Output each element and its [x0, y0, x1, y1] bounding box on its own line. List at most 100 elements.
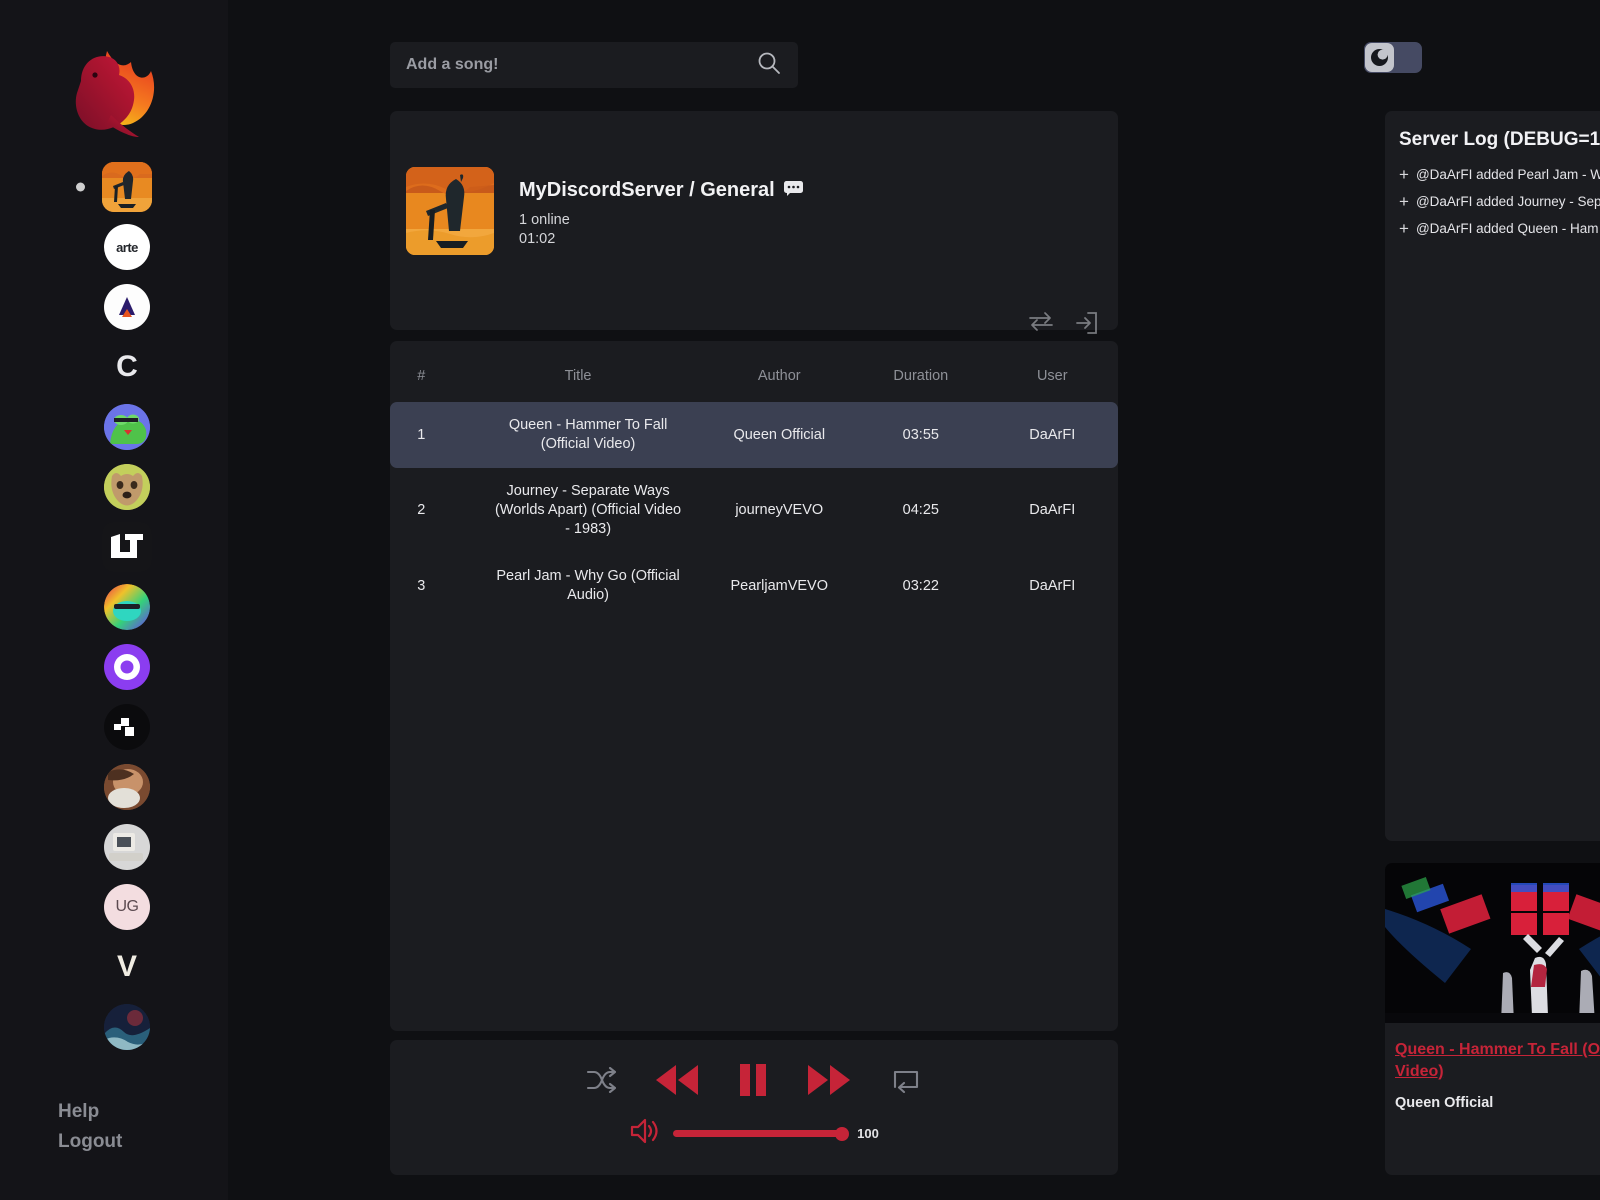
- server-avatar: [104, 284, 150, 330]
- server-avatar: [102, 522, 152, 572]
- now-playing-body: Queen - Hammer To Fall (Official Video) …: [1385, 1023, 1600, 1111]
- search-box[interactable]: [390, 42, 798, 88]
- column-header-index[interactable]: #: [390, 341, 453, 402]
- sign-in-icon[interactable]: [1074, 311, 1098, 340]
- server-label: UG: [115, 898, 140, 915]
- list-item[interactable]: + @DaArFI added Queen - Hammer To F… 13:…: [1399, 215, 1600, 242]
- help-link[interactable]: Help: [58, 1099, 122, 1125]
- row-index: 2: [417, 502, 426, 518]
- search-input[interactable]: [406, 56, 756, 74]
- log-entry-text: @DaArFI added Journey - Separate W…: [1415, 194, 1600, 209]
- server-artwork: [406, 167, 494, 255]
- speaker-icon[interactable]: [629, 1117, 659, 1150]
- queue-table-head: # Title Author Duration User: [390, 341, 1118, 402]
- sidebar-item-purple-ring-server[interactable]: [54, 644, 174, 690]
- sidebar-item-ug-server[interactable]: UG: [54, 884, 174, 930]
- server-head: MyDiscordServer / General 1 online 01:02: [390, 111, 1118, 255]
- repeat-button[interactable]: [890, 1067, 922, 1098]
- server-avatar: [104, 404, 150, 450]
- server-avatar: [104, 704, 150, 750]
- sidebar-item-landscape-server[interactable]: [54, 1004, 174, 1050]
- table-row[interactable]: 2 Journey - Separate Ways (Worlds Apart)…: [390, 468, 1118, 553]
- sidebar-item-arte-server[interactable]: arte: [54, 224, 174, 270]
- list-item[interactable]: + @DaArFI added Pearl Jam - Why Go (… 13…: [1399, 161, 1600, 188]
- sidebar-item-portrait-server[interactable]: [54, 764, 174, 810]
- sidebar-footer: Help Logout: [58, 1099, 122, 1155]
- server-avatar: V: [104, 944, 150, 990]
- volume-value: 100: [857, 1126, 879, 1141]
- server-header-panel: MyDiscordServer / General 1 online 01:02: [390, 111, 1118, 334]
- column-header-title[interactable]: Title: [453, 341, 704, 402]
- row-duration: 03:22: [902, 577, 939, 594]
- server-avatar: [104, 584, 150, 630]
- pause-button[interactable]: [738, 1062, 768, 1103]
- sidebar-item-frog-server[interactable]: [54, 404, 174, 450]
- moon-icon: [1371, 49, 1388, 66]
- logout-link[interactable]: Logout: [58, 1129, 122, 1155]
- volume-slider-knob[interactable]: [835, 1126, 850, 1141]
- now-playing-author: Queen Official: [1395, 1095, 1494, 1111]
- sidebar-item-v-letter-server[interactable]: V: [54, 944, 174, 990]
- sidebar-item-a-logo-server[interactable]: [54, 284, 174, 330]
- server-label: arte: [116, 239, 138, 255]
- volume-slider[interactable]: [673, 1126, 850, 1141]
- app-root: arte C UG V Help Logout Add a song! MyDi…: [0, 0, 1600, 1200]
- queue-table-body: 1 Queen - Hammer To Fall (Official Video…: [390, 402, 1118, 619]
- row-title: Queen - Hammer To Fall (Official Video): [452, 402, 704, 468]
- server-avatar: [104, 824, 150, 870]
- rewind-icon: [656, 1065, 698, 1095]
- sidebar-item-dog-server[interactable]: [54, 464, 174, 510]
- server-avatar: [104, 1004, 150, 1050]
- pause-icon: [740, 1064, 766, 1096]
- row-author: journeyVEVO: [735, 502, 824, 518]
- sidebar-item-rainbow-server[interactable]: [54, 584, 174, 630]
- sidebar-item-c-letter-server[interactable]: C: [54, 344, 174, 390]
- search-bar: [390, 42, 798, 88]
- server-label: V: [116, 950, 137, 983]
- column-header-duration[interactable]: Duration: [855, 341, 986, 402]
- server-avatar: [104, 644, 150, 690]
- volume-row: 100: [390, 1117, 1118, 1150]
- search-icon[interactable]: [756, 50, 782, 81]
- theme-toggle[interactable]: [1364, 42, 1422, 73]
- now-playing-title-link[interactable]: Queen - Hammer To Fall (Official Video): [1395, 1039, 1600, 1083]
- column-header-user[interactable]: User: [987, 341, 1118, 402]
- now-playing-panel: Queen - Hammer To Fall (Official Video) …: [1385, 863, 1600, 1175]
- toggle-knob: [1365, 43, 1394, 72]
- log-entry-text: @DaArFI added Queen - Hammer To F…: [1415, 221, 1600, 236]
- row-duration: 03:55: [855, 402, 987, 468]
- server-avatar: [104, 764, 150, 810]
- main-content: MyDiscordServer / General 1 online: [228, 0, 1600, 1200]
- sidebar-item-computer-server[interactable]: [54, 824, 174, 870]
- sidebar-item-knight-artwork-server[interactable]: [54, 162, 174, 212]
- table-row[interactable]: 1 Queen - Hammer To Fall (Official Video…: [390, 402, 1118, 468]
- shuffle-icon: [586, 1066, 617, 1094]
- server-online-count: 1 online: [519, 212, 570, 228]
- row-index: 1: [390, 402, 453, 468]
- plus-icon: +: [1399, 165, 1409, 184]
- sidebar-item-ltt-server[interactable]: [54, 522, 174, 572]
- list-item[interactable]: + @DaArFI added Journey - Separate W… 13…: [1399, 188, 1600, 215]
- concert-stage-thumbnail[interactable]: [1385, 863, 1600, 1023]
- server-avatar: C: [104, 344, 150, 390]
- cardinal-flame-logo[interactable]: [49, 20, 179, 150]
- server-label: C: [116, 350, 138, 383]
- swap-icon[interactable]: [1028, 311, 1054, 340]
- fast-forward-icon: [808, 1065, 850, 1095]
- sidebar-item-black-tiles-server[interactable]: [54, 704, 174, 750]
- row-user: DaArFI: [986, 402, 1118, 468]
- shuffle-button[interactable]: [586, 1066, 617, 1098]
- plus-icon: +: [1399, 192, 1409, 211]
- previous-button[interactable]: [654, 1063, 700, 1102]
- log-entry-text: @DaArFI added Pearl Jam - Why Go (…: [1415, 167, 1600, 182]
- player-controls: [390, 1040, 1118, 1103]
- speech-bubble-icon[interactable]: [783, 179, 803, 202]
- next-button[interactable]: [806, 1063, 852, 1102]
- column-header-author[interactable]: Author: [703, 341, 855, 402]
- row-author: Queen Official: [703, 402, 856, 468]
- table-row[interactable]: 3 Pearl Jam - Why Go (Official Audio) Pe…: [390, 553, 1118, 619]
- plus-icon: +: [1399, 219, 1409, 238]
- server-log-panel: Server Log (DEBUG=1) + @DaArFI added Pea…: [1385, 111, 1600, 841]
- server-meta: MyDiscordServer / General 1 online 01:02: [519, 167, 803, 248]
- server-log-title: Server Log (DEBUG=1): [1399, 129, 1600, 150]
